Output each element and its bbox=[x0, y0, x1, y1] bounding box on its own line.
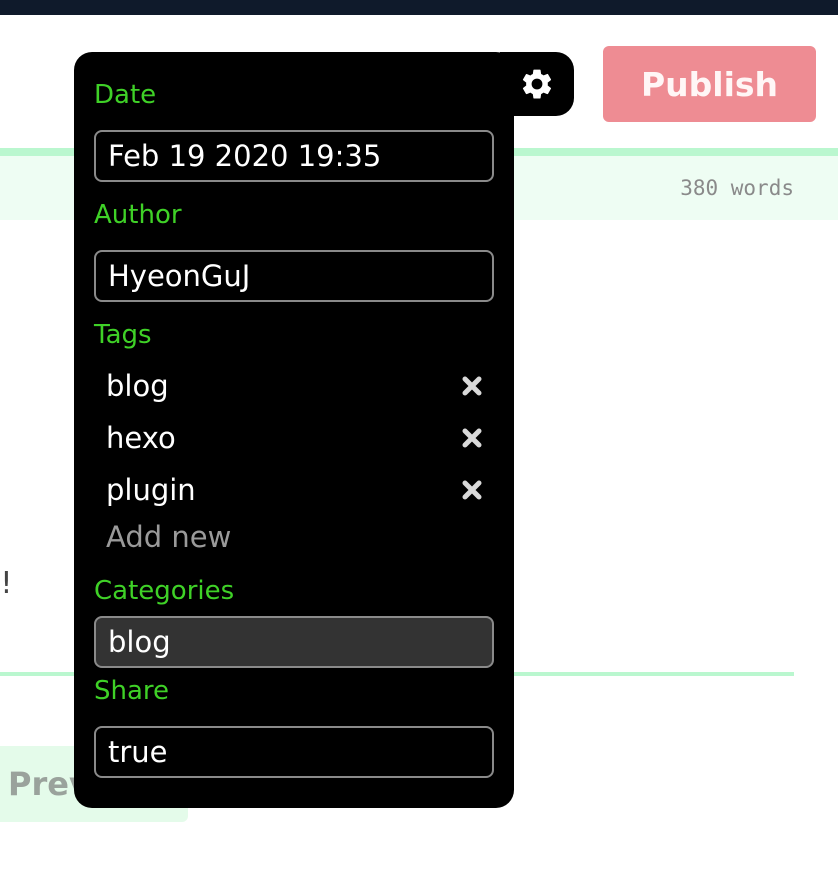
remove-tag-button[interactable] bbox=[458, 372, 486, 400]
tag-name: hexo bbox=[106, 421, 176, 455]
share-label: Share bbox=[94, 676, 170, 706]
add-tag-input[interactable]: Add new bbox=[106, 520, 231, 554]
author-field[interactable]: HyeonGuJ bbox=[94, 250, 494, 302]
tag-name: plugin bbox=[106, 473, 196, 507]
author-value: HyeonGuJ bbox=[108, 259, 251, 293]
remove-tag-button[interactable] bbox=[458, 424, 486, 452]
post-settings-panel: Date Feb 19 2020 19:35 Author HyeonGuJ T… bbox=[74, 52, 514, 808]
publish-button[interactable]: Publish bbox=[603, 46, 816, 122]
date-value: Feb 19 2020 19:35 bbox=[108, 139, 382, 173]
editor-page: 380 words Publish l! Prev Date Feb 19 20… bbox=[0, 0, 838, 870]
close-icon bbox=[462, 480, 482, 500]
close-icon bbox=[462, 376, 482, 396]
gear-icon bbox=[522, 69, 552, 99]
categories-label: Categories bbox=[94, 576, 235, 606]
share-value: true bbox=[108, 735, 168, 769]
top-navigation-bar bbox=[0, 0, 838, 15]
tag-item: blog bbox=[94, 360, 494, 412]
date-field[interactable]: Feb 19 2020 19:35 bbox=[94, 130, 494, 182]
categories-value: blog bbox=[108, 625, 171, 659]
author-label: Author bbox=[94, 200, 182, 230]
remove-tag-button[interactable] bbox=[458, 476, 486, 504]
tag-name: blog bbox=[106, 369, 169, 403]
word-count: 380 words bbox=[680, 176, 794, 200]
close-icon bbox=[462, 428, 482, 448]
editor-content-text: l! bbox=[0, 566, 13, 601]
categories-select[interactable]: blog bbox=[94, 616, 494, 668]
tags-label: Tags bbox=[94, 320, 152, 350]
date-label: Date bbox=[94, 80, 157, 110]
tag-item: plugin bbox=[94, 464, 494, 516]
tag-list: blog hexo plugin bbox=[94, 360, 494, 516]
tag-item: hexo bbox=[94, 412, 494, 464]
share-field[interactable]: true bbox=[94, 726, 494, 778]
